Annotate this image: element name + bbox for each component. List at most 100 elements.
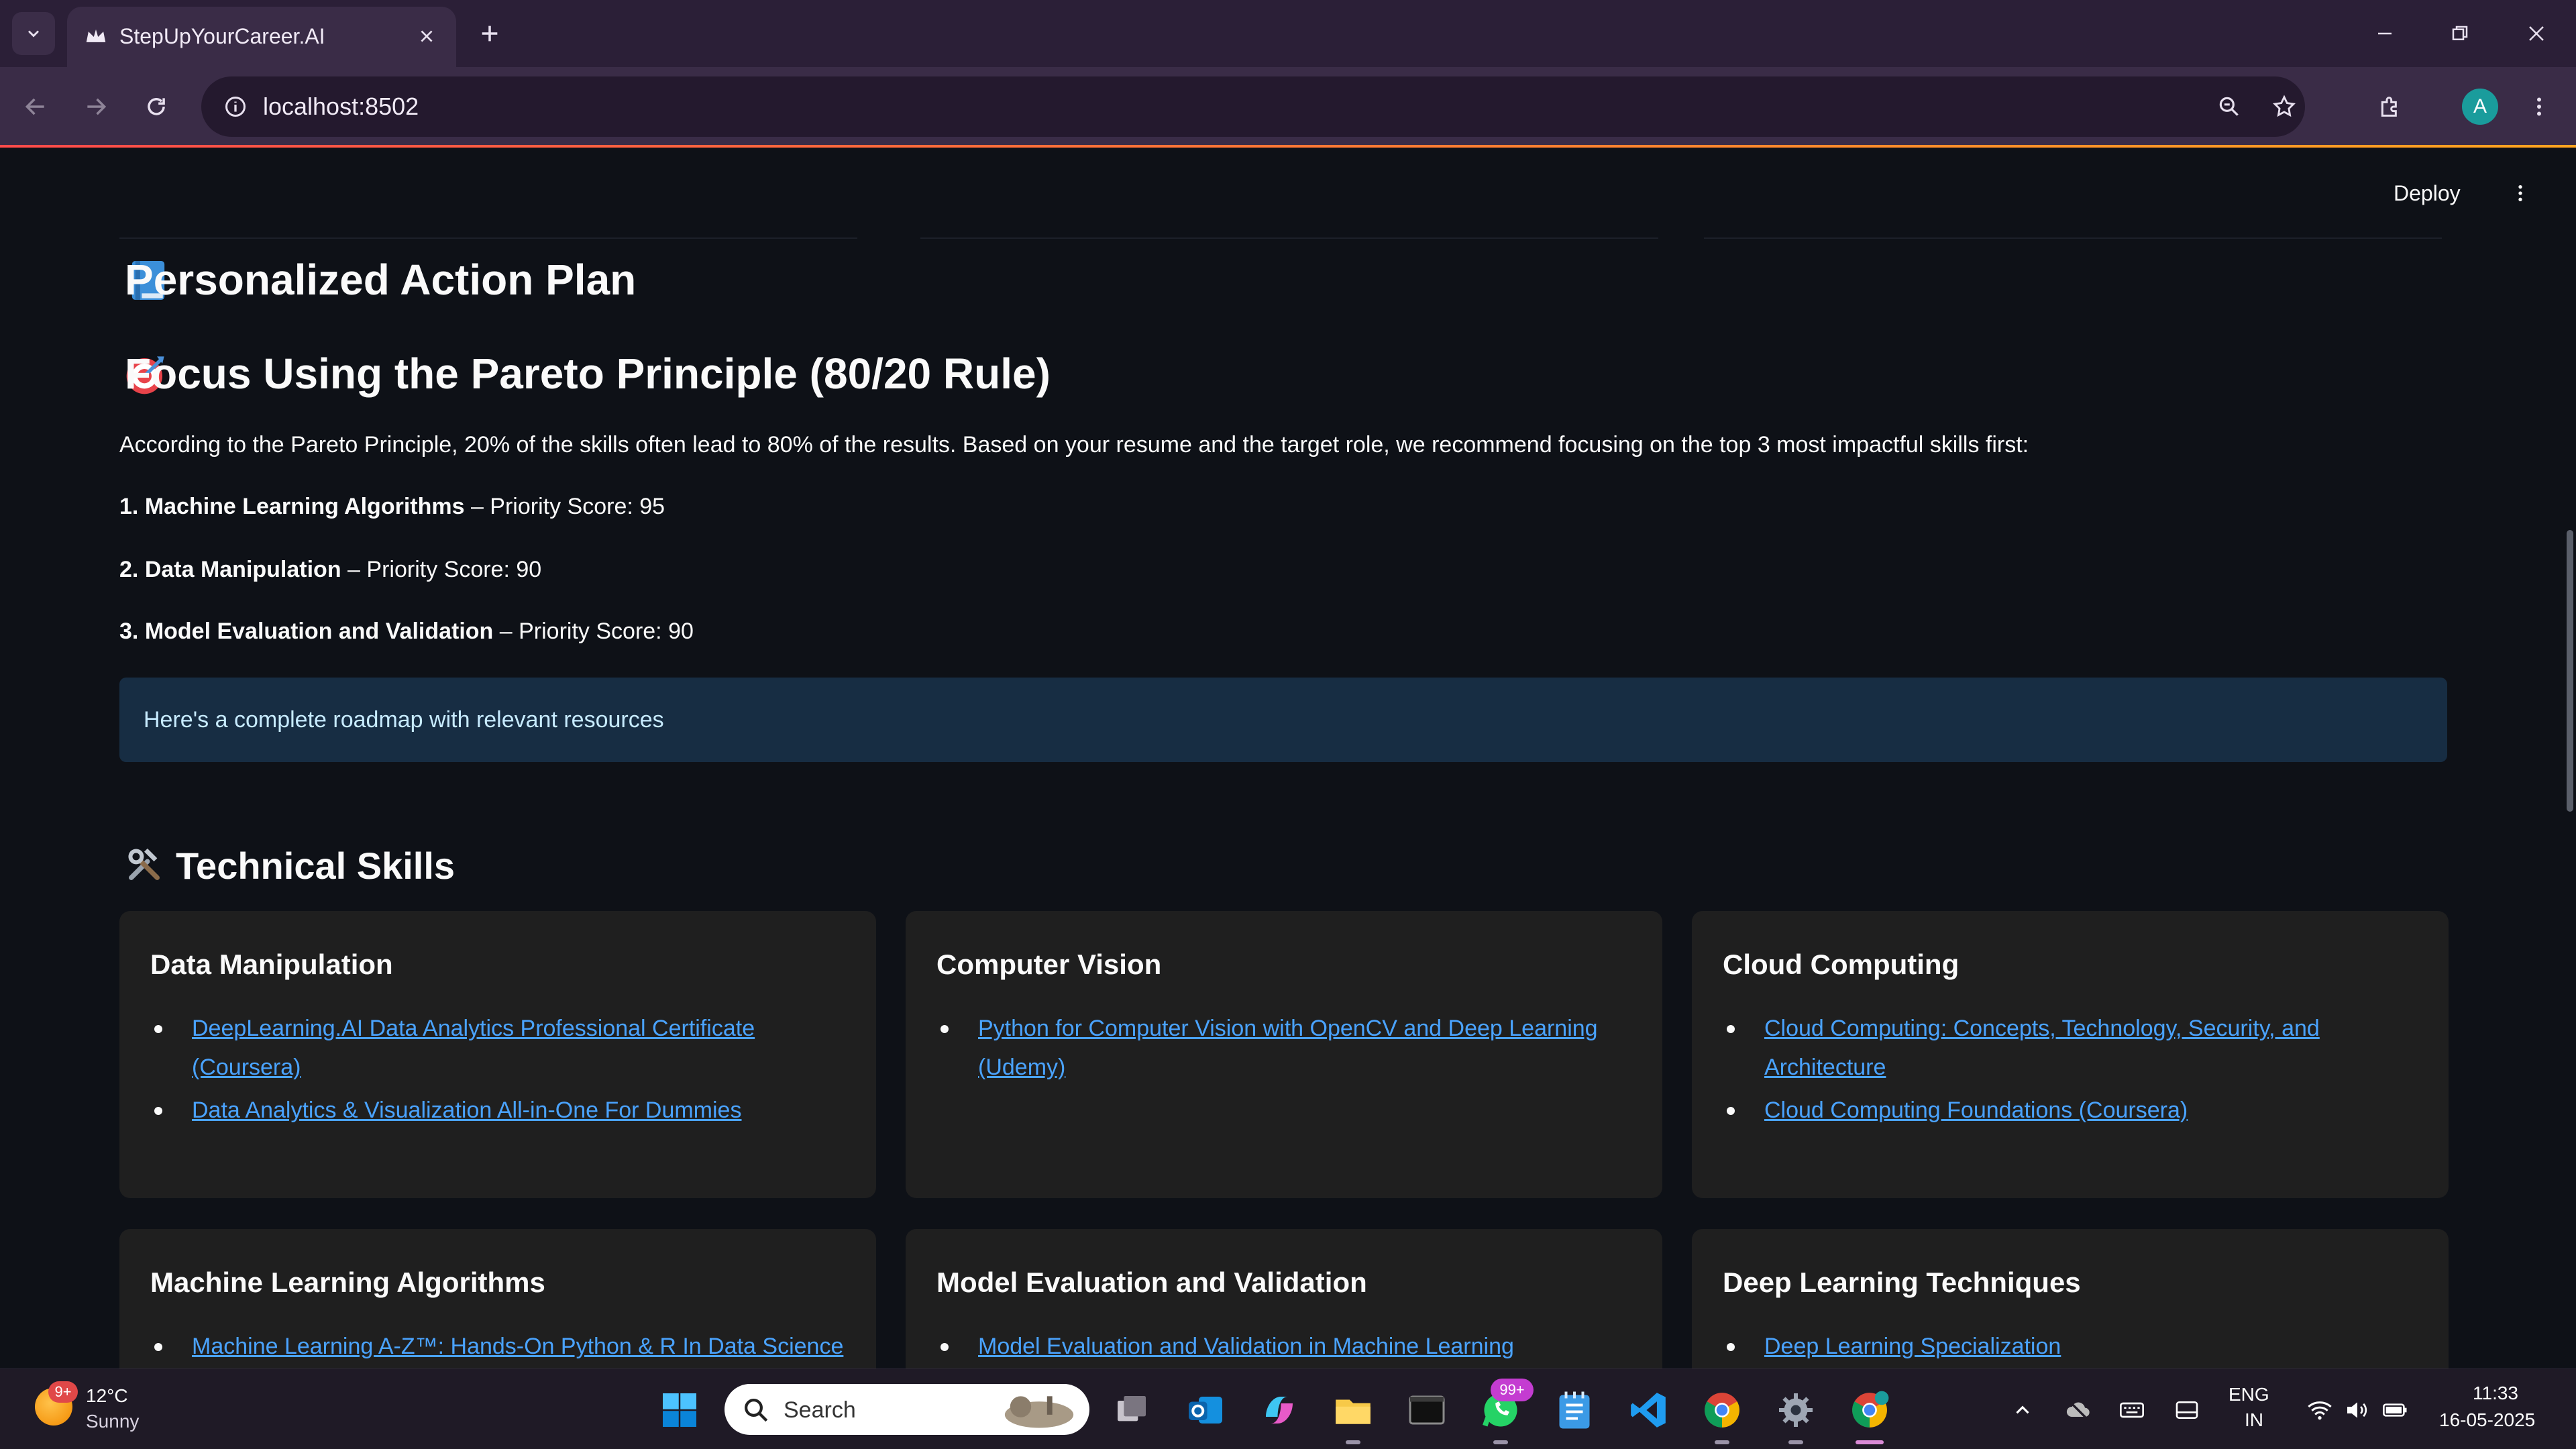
puzzle-icon [2381, 97, 2397, 117]
arrow-left-icon [25, 98, 44, 115]
clock-date[interactable]: 16-05-2025 [2439, 1409, 2535, 1431]
resource-link[interactable]: Data Analytics & Visualization All-in-On… [154, 1091, 849, 1130]
minimize-button[interactable] [2361, 12, 2408, 55]
search-icon [745, 1399, 768, 1422]
extensions-button[interactable] [2368, 85, 2412, 129]
notepad-app[interactable] [1551, 1387, 1598, 1434]
outlook-icon [1189, 1397, 1222, 1424]
resource-link[interactable]: Cloud Computing Foundations (Coursera) [1727, 1091, 2408, 1130]
keyboard-tray[interactable] [2113, 1387, 2151, 1434]
resource-list: Cloud Computing: Concepts, Technology, S… [1727, 1009, 2408, 1134]
priority-item-1: 1. Machine Learning Algorithms – Priorit… [119, 494, 665, 520]
notepad-icon [1559, 1391, 1590, 1429]
search-highlight-icon [1004, 1396, 1074, 1428]
technical-skills-heading: Technical Skills [176, 845, 455, 887]
vscode-app[interactable] [1625, 1387, 1672, 1434]
profile-avatar[interactable]: A [2462, 89, 2498, 125]
tablet-mode-tray[interactable] [2168, 1387, 2206, 1434]
terminal-app[interactable] [1403, 1387, 1450, 1434]
zoom-button[interactable] [2210, 87, 2249, 126]
priority-score: – Priority Score: 95 [464, 494, 665, 519]
back-button[interactable] [13, 85, 58, 129]
battery-tray[interactable] [2376, 1387, 2414, 1434]
chrome-app[interactable] [1699, 1387, 1746, 1434]
browser-tab-bar: StepUpYourCareer.AI [0, 0, 2576, 67]
divider [119, 237, 857, 239]
language-bottom[interactable]: IN [2245, 1409, 2263, 1431]
file-explorer-app[interactable] [1330, 1387, 1377, 1434]
search-placeholder: Search [784, 1397, 856, 1423]
show-hidden-icons-button[interactable] [2006, 1387, 2039, 1434]
running-indicator [1715, 1440, 1729, 1444]
task-view-button[interactable] [1108, 1387, 1155, 1434]
resource-link[interactable]: Cloud Computing: Concepts, Technology, S… [1727, 1009, 2408, 1087]
task-view-icon [1118, 1396, 1146, 1421]
start-button[interactable] [656, 1387, 703, 1434]
card-title: Computer Vision [936, 949, 1162, 980]
pareto-heading: Focus Using the Pareto Principle (80/20 … [125, 350, 1051, 398]
card-title: Data Manipulation [150, 949, 393, 980]
priority-item-2: 2. Data Manipulation – Priority Score: 9… [119, 557, 541, 583]
resource-link[interactable]: DeepLearning.AI Data Analytics Professio… [154, 1009, 849, 1087]
speaker-icon [2347, 1402, 2367, 1418]
tab-close-button[interactable] [412, 21, 441, 51]
more-vertical-icon [2518, 185, 2522, 201]
wifi-tray[interactable] [2301, 1387, 2339, 1434]
onedrive-tray[interactable] [2059, 1387, 2097, 1434]
bookmark-button[interactable] [2265, 87, 2304, 126]
app-menu-button[interactable] [2504, 174, 2537, 212]
tab-search-button[interactable] [12, 12, 55, 55]
resource-link[interactable]: Model Evaluation and Validation in Machi… [941, 1327, 1635, 1366]
battery-icon [2383, 1403, 2407, 1417]
resource-link[interactable]: Python for Computer Vision with OpenCV a… [941, 1009, 1622, 1087]
notification-badge: 99+ [1491, 1379, 1534, 1401]
priority-skill: Machine Learning Algorithms [144, 494, 465, 519]
site-info-button[interactable] [216, 87, 255, 126]
running-indicator [1788, 1440, 1803, 1444]
language-top[interactable]: ENG [2229, 1384, 2269, 1405]
skill-card-model-evaluation: Model Evaluation and Validation Model Ev… [906, 1229, 1662, 1368]
reload-button[interactable] [134, 85, 178, 129]
browser-tab-active[interactable]: StepUpYourCareer.AI [67, 7, 456, 67]
plus-icon [482, 25, 498, 42]
tab-title: StepUpYourCareer.AI [119, 24, 325, 48]
close-window-button[interactable] [2513, 12, 2560, 55]
info-alert: Here's a complete roadmap with relevant … [119, 678, 2447, 762]
new-tab-button[interactable] [470, 13, 510, 54]
skill-card-data-manipulation: Data Manipulation DeepLearning.AI Data A… [119, 911, 876, 1198]
resource-link[interactable]: Deep Learning Specialization [1727, 1327, 2422, 1366]
deploy-button[interactable]: Deploy [2394, 181, 2461, 206]
browser-menu-button[interactable] [2517, 85, 2561, 129]
vscode-icon [1631, 1393, 1666, 1428]
pareto-intro: According to the Pareto Principle, 20% o… [119, 432, 2029, 458]
info-icon [225, 97, 246, 117]
clock-time[interactable]: 11:33 [2473, 1383, 2518, 1404]
card-title: Machine Learning Algorithms [150, 1267, 545, 1298]
restore-icon [2452, 25, 2468, 40]
outlook-app[interactable] [1182, 1387, 1229, 1434]
settings-app[interactable] [1772, 1387, 1819, 1434]
info-alert-text: Here's a complete roadmap with relevant … [144, 707, 664, 733]
address-bar[interactable]: localhost:8502 [201, 76, 2305, 137]
divider [920, 237, 1658, 239]
skill-card-deep-learning: Deep Learning Techniques Deep Learning S… [1692, 1229, 2449, 1368]
display-icon [2176, 1401, 2198, 1419]
resource-list: Machine Learning A-Z™: Hands-On Python &… [154, 1327, 863, 1368]
restore-button[interactable] [2436, 12, 2483, 55]
taskbar-search[interactable]: Search [724, 1384, 1089, 1435]
chrome-profile-app[interactable] [1846, 1387, 1893, 1434]
wifi-icon [2308, 1401, 2332, 1420]
forward-button[interactable] [74, 85, 118, 129]
close-icon [2529, 26, 2544, 41]
chevron-down-icon [28, 30, 40, 38]
cloud-off-icon [2066, 1400, 2090, 1420]
card-title: Deep Learning Techniques [1723, 1267, 2081, 1298]
copilot-app[interactable] [1256, 1387, 1303, 1434]
windows-logo-icon [663, 1393, 696, 1427]
card-title: Model Evaluation and Validation [936, 1267, 1367, 1298]
resource-link[interactable]: Machine Learning A-Z™: Hands-On Python &… [154, 1327, 863, 1366]
volume-tray[interactable] [2339, 1387, 2376, 1434]
weather-badge: 9+ [48, 1381, 78, 1403]
scrollbar-thumb[interactable] [2567, 530, 2573, 812]
terminal-icon [1409, 1395, 1445, 1425]
